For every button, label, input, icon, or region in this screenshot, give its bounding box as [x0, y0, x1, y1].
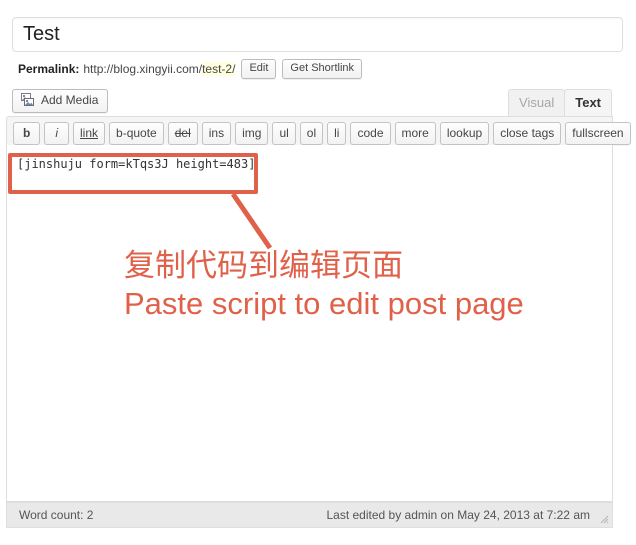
permalink-label: Permalink: — [18, 62, 80, 76]
editor-status-bar: Word count: 2 Last edited by admin on Ma… — [6, 502, 613, 528]
permalink-row: Permalink: http://blog.xingyii.com/ test… — [18, 58, 363, 80]
editor-mode-tabs: Visual Text — [508, 88, 612, 116]
media-photos-icon — [21, 93, 36, 108]
add-media-label: Add Media — [41, 93, 99, 107]
media-buttons-row: Add Media Visual Text — [6, 88, 613, 118]
post-title-input[interactable] — [13, 18, 622, 51]
quicktag-button-lookup[interactable]: lookup — [439, 121, 490, 145]
resize-grip-handle[interactable] — [597, 512, 609, 524]
post-editor-panel: Add Media Visual Text b i link b-quote del in… — [6, 88, 631, 528]
last-edited-label: Last edited by admin on May 24, 2013 at … — [326, 508, 590, 522]
quicktag-button-b[interactable]: b — [13, 121, 41, 145]
quicktag-button-fullscreen[interactable]: fullscreen — [565, 121, 631, 145]
edit-permalink-button[interactable]: Edit — [241, 59, 277, 79]
quicktag-button-close-tags[interactable]: close tags — [493, 121, 562, 145]
tab-text[interactable]: Text — [564, 89, 612, 116]
quicktag-button-ol[interactable]: ol — [299, 121, 324, 145]
quicktag-button-ul[interactable]: ul — [272, 121, 296, 145]
quicktag-button-ins[interactable]: ins — [201, 121, 232, 145]
quicktags-toolbar: b i link b-quote del ins img ul ol li code more look… — [6, 116, 631, 146]
tab-visual[interactable]: Visual — [508, 89, 566, 116]
quicktag-button-more[interactable]: more — [394, 121, 436, 145]
content-textarea-wrapper — [6, 145, 613, 502]
permalink-slug: test-2/ — [202, 62, 236, 76]
post-title-wrapper — [12, 17, 623, 52]
word-count-label: Word count: 2 — [19, 508, 94, 522]
quicktag-button-li[interactable]: li — [327, 121, 347, 145]
quicktag-button-del[interactable]: del — [167, 121, 198, 145]
add-media-button[interactable]: Add Media — [12, 89, 109, 113]
quicktag-button-code[interactable]: code — [350, 121, 391, 145]
quicktag-button-img[interactable]: img — [235, 121, 269, 145]
permalink-base-url: http://blog.xingyii.com/ — [83, 62, 203, 76]
content-textarea[interactable] — [7, 145, 612, 501]
quicktag-button-i[interactable]: i — [44, 121, 70, 145]
get-shortlink-button[interactable]: Get Shortlink — [282, 59, 363, 79]
quicktag-button-b-quote[interactable]: b-quote — [109, 121, 164, 145]
quicktag-button-link[interactable]: link — [73, 121, 106, 145]
